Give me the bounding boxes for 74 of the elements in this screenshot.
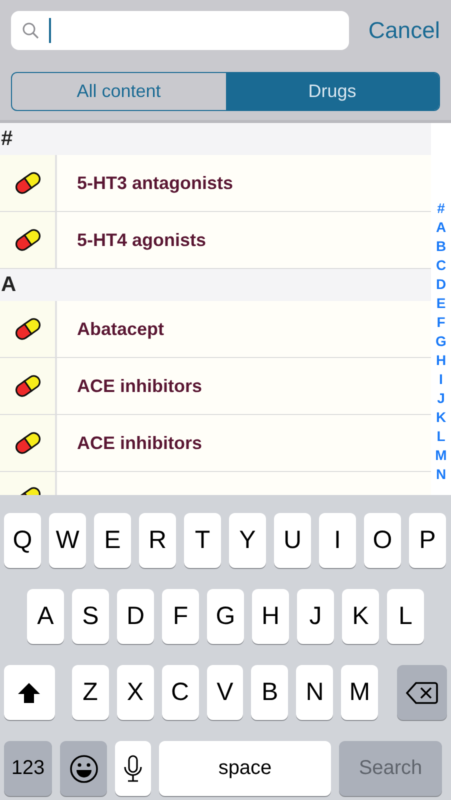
list-row[interactable]: Abatacept — [0, 301, 431, 358]
letter-key[interactable]: K — [342, 589, 379, 644]
text-cursor — [49, 18, 51, 43]
cancel-button[interactable]: Cancel — [368, 17, 440, 44]
capsule-icon — [12, 431, 42, 455]
letter-key[interactable]: V — [206, 665, 244, 720]
letter-key[interactable]: E — [94, 513, 131, 568]
letter-key[interactable]: S — [72, 589, 109, 644]
index-letter[interactable]: J — [437, 389, 445, 408]
backspace-icon — [406, 680, 438, 704]
list-row[interactable]: 5-HT4 agonists — [0, 212, 431, 269]
letter-key[interactable]: D — [117, 589, 154, 644]
letter-key[interactable]: Z — [72, 665, 109, 720]
microphone-icon — [123, 754, 143, 782]
emoji-key[interactable] — [60, 741, 107, 796]
letter-key[interactable]: B — [251, 665, 288, 720]
drug-name: 5-HT3 antagonists — [76, 172, 234, 194]
smiley-icon — [68, 754, 98, 784]
letter-key[interactable]: N — [296, 665, 334, 720]
segment-tab[interactable]: All content — [12, 73, 226, 110]
index-letter[interactable]: B — [436, 237, 446, 256]
space-key[interactable]: space — [159, 741, 331, 796]
numbers-key[interactable]: 123 — [4, 741, 52, 796]
index-letter[interactable]: H — [436, 351, 446, 370]
list-row[interactable]: 5-HT3 antagonists — [0, 155, 431, 212]
letter-key[interactable]: X — [116, 665, 154, 720]
drug-name: Abatacept — [76, 318, 164, 340]
index-letter[interactable]: G — [436, 332, 446, 351]
search-field[interactable] — [11, 11, 349, 50]
search-icon — [22, 22, 39, 39]
letter-key[interactable]: F — [162, 589, 199, 644]
letter-key[interactable]: G — [207, 589, 244, 644]
letter-key[interactable]: J — [297, 589, 334, 644]
capsule-icon — [12, 374, 42, 398]
index-letter[interactable]: F — [436, 313, 446, 332]
drug-name: ACE inhibitors — [76, 376, 202, 396]
letter-key[interactable]: H — [252, 589, 289, 644]
dictation-key[interactable] — [115, 741, 151, 796]
letter-key[interactable]: L — [387, 589, 424, 644]
index-letter[interactable]: N — [436, 465, 446, 484]
index-letter[interactable]: M — [435, 446, 447, 465]
letter-key[interactable]: U — [274, 513, 311, 568]
drug-name: ACE inhibitors — [76, 432, 202, 454]
letter-key[interactable]: C — [162, 665, 199, 720]
index-letter[interactable]: E — [436, 294, 446, 313]
backspace-key[interactable] — [397, 665, 447, 720]
letter-key[interactable]: Q — [4, 513, 41, 568]
list-row[interactable]: ACE inhibitors — [0, 358, 431, 415]
section-header: # — [0, 123, 431, 155]
letter-key[interactable]: R — [139, 513, 176, 568]
section-header: A — [0, 269, 431, 301]
letter-key[interactable]: T — [184, 513, 221, 568]
shift-key[interactable] — [4, 665, 55, 720]
index-letter[interactable]: # — [437, 199, 445, 218]
segment-tab[interactable]: Drugs — [226, 73, 439, 110]
index-letter[interactable]: L — [436, 427, 446, 446]
index-letter[interactable]: I — [439, 370, 443, 389]
letter-key[interactable]: O — [364, 513, 401, 568]
capsule-icon — [12, 317, 42, 341]
capsule-icon — [12, 171, 42, 195]
shift-arrow-icon — [17, 682, 42, 704]
list-row[interactable]: ACE inhibitors — [0, 415, 431, 472]
index-letter[interactable]: D — [436, 275, 446, 294]
capsule-icon — [12, 228, 42, 252]
letter-key[interactable]: Y — [229, 513, 266, 568]
letter-key[interactable]: P — [409, 513, 446, 568]
index-letter[interactable]: A — [436, 218, 446, 237]
letter-key[interactable]: I — [319, 513, 356, 568]
index-letter[interactable]: K — [436, 408, 446, 427]
letter-key[interactable]: A — [27, 589, 64, 644]
letter-key[interactable]: W — [49, 513, 86, 568]
letter-key[interactable]: M — [341, 665, 378, 720]
drug-name: 5-HT4 agonists — [76, 230, 206, 250]
index-letter[interactable]: C — [436, 256, 446, 275]
